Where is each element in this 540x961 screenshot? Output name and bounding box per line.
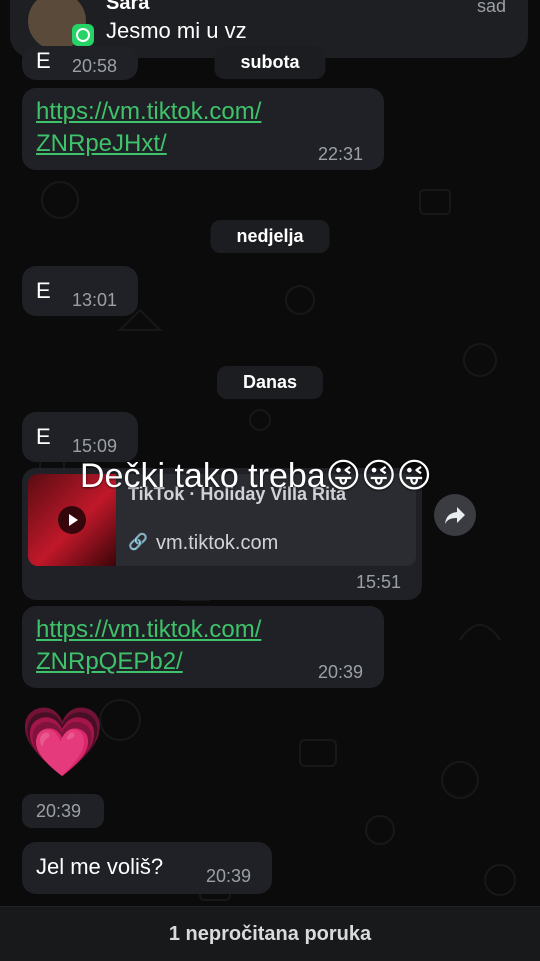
message-bubble[interactable]: E 20:58 xyxy=(22,46,138,80)
forward-button[interactable] xyxy=(434,494,476,536)
date-separator-sunday: nedjelja xyxy=(210,220,330,253)
preview-domain: vm.tiktok.com xyxy=(156,532,279,554)
notification-time: sad xyxy=(476,0,506,16)
notification-sender: Sara xyxy=(106,0,150,14)
link-message-bubble[interactable]: https://vm.tiktok.com/ ZNRpeJHxt/ 22:31 xyxy=(22,88,384,170)
message-text: E xyxy=(36,424,51,449)
message-text: E xyxy=(36,278,51,303)
emoji-time-pill: 20:39 xyxy=(22,794,104,828)
message-text: E xyxy=(36,48,51,73)
message-time: 22:31 xyxy=(318,144,364,164)
message-bubble[interactable]: E 13:01 xyxy=(22,266,138,316)
message-link[interactable]: ZNRpeJHxt/ xyxy=(36,128,261,160)
whatsapp-icon xyxy=(72,24,94,46)
link-icon: 🔗 xyxy=(128,534,148,551)
message-bubble[interactable]: E 15:09 xyxy=(22,412,138,462)
message-time: 20:39 xyxy=(36,801,82,821)
notification-message: Jesmo mi u vz xyxy=(106,18,247,43)
link-message-bubble[interactable]: https://vm.tiktok.com/ ZNRpQEPb2/ 20:39 xyxy=(22,606,384,688)
message-link[interactable]: https://vm.tiktok.com/ xyxy=(36,614,261,646)
message-bubble[interactable]: Jel me voliš? 20:39 xyxy=(22,842,272,894)
unread-label: 1 nepročitana poruka xyxy=(168,922,372,945)
message-time: 13:01 xyxy=(72,290,118,310)
date-separator-today: Danas xyxy=(216,366,324,399)
message-text: Jel me voliš? xyxy=(36,854,164,879)
unread-messages-bar[interactable]: 1 nepročitana poruka xyxy=(0,906,540,961)
message-time: 15:51 xyxy=(356,572,402,592)
message-link[interactable]: ZNRpQEPb2/ xyxy=(36,646,261,678)
heart-emoji-message[interactable]: 💗 xyxy=(20,700,105,784)
date-separator-saturday: subota xyxy=(214,46,326,79)
message-time: 20:39 xyxy=(206,866,252,886)
message-time: 20:58 xyxy=(72,56,118,76)
share-icon xyxy=(445,507,465,524)
message-link[interactable]: https://vm.tiktok.com/ xyxy=(36,96,261,128)
message-time: 20:39 xyxy=(318,662,364,682)
message-time: 15:09 xyxy=(72,436,118,456)
overlay-caption: Dečki tako treba😜😜😜 xyxy=(80,457,433,495)
play-icon[interactable] xyxy=(58,506,86,534)
